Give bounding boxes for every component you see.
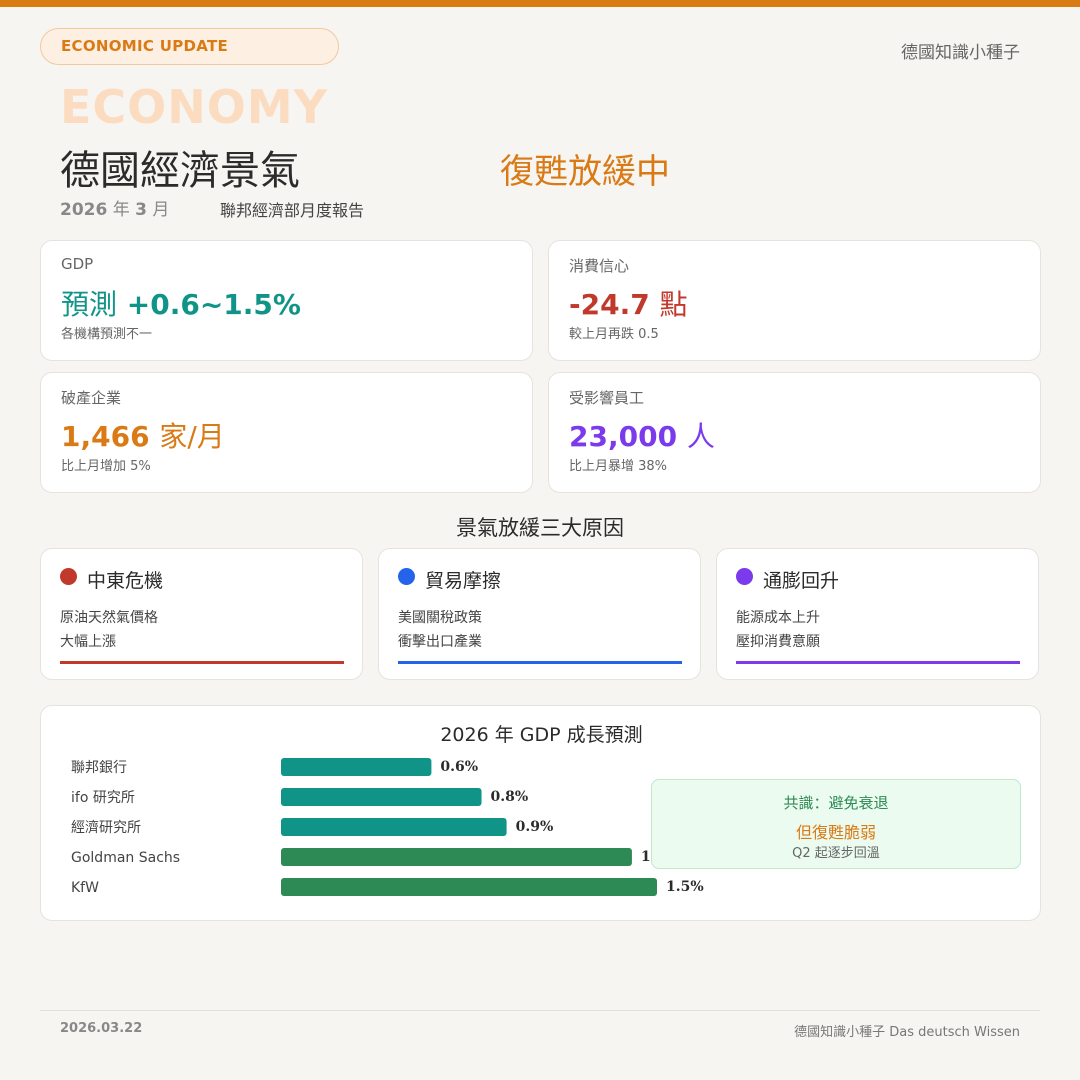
bankruptcy-unit: 家/月 [159,420,225,453]
employees-label: 受影響員工 [569,389,645,407]
bar-value-label: 0.9% [516,819,554,835]
gdp-prefix: 預測 [61,288,118,321]
consumer-confidence-card: 消費信心 -24.7 點 較上月再跌 0.5 [548,240,1041,361]
gdp-bar [281,788,482,806]
reason-underline [60,661,344,664]
reason-line-1: 美國關稅政策 [398,610,482,626]
reason-title: 通膨回升 [763,570,840,592]
page-title: 德國經濟景氣 [60,148,300,194]
bankruptcy-label: 破產企業 [61,389,122,407]
footer-date: 2026.03.22 [60,1021,143,1036]
gdp-card: GDP 預測 +0.6~1.5% 各機構預測不一 [40,240,533,361]
reason-card-middle-east: 中東危機 原油天然氣價格 大幅上漲 [40,548,363,680]
reason-underline [398,661,682,664]
employees-number: 23,000 [569,420,678,453]
reason-card-trade: 貿易摩擦 美國關稅政策 衝擊出口產業 [378,548,701,680]
bar-category-label: Goldman Sachs [71,850,180,866]
gdp-value: 預測 +0.6~1.5% [61,283,301,323]
consensus-line-2: 但復甦脆弱 [795,823,876,842]
footer-brand: 德國知識小種子 Das deutsch Wissen [794,1025,1020,1040]
employees-note: 比上月暴增 38% [569,459,668,474]
consensus-line-3: Q2 起逐步回溫 [792,846,880,861]
reason-line-1: 原油天然氣價格 [60,610,158,626]
reason-title: 貿易摩擦 [425,570,502,592]
bankruptcy-number: 1,466 [61,420,150,453]
bar-category-label: ifo 研究所 [71,790,135,806]
confidence-note: 較上月再跌 0.5 [569,327,659,342]
reason-title: 中東危機 [87,570,164,592]
brand-name: 德國知識小種子 [901,43,1020,63]
report-month-unit: 月 [152,200,170,220]
bar-value-label: 0.6% [440,759,478,775]
confidence-number: -24.7 [569,288,650,321]
category-tag-label: ECONOMIC UPDATE [61,37,229,55]
bar-value-label: 1.5% [666,879,704,895]
category-tag: ECONOMIC UPDATE [40,28,339,65]
bar-value-label: 0.8% [491,789,529,805]
status-headline: 復甦放緩中 [500,152,670,192]
blue-dot-icon [398,568,415,585]
consensus-line-1: 共識：避免衰退 [783,794,889,812]
chart-title: 2026 年 GDP 成長預測 [440,724,643,746]
employees-unit: 人 [686,420,715,453]
gdp-note: 各機構預測不一 [61,327,153,342]
consensus-box: 共識：避免衰退 但復甦脆弱 Q2 起逐步回溫 [651,779,1021,869]
footer-divider [40,1010,1040,1011]
reason-card-inflation: 通膨回升 能源成本上升 壓抑消費意願 [716,548,1039,680]
confidence-unit: 點 [659,288,688,321]
reason-line-1: 能源成本上升 [736,610,820,626]
red-dot-icon [60,568,77,585]
gdp-bar [281,818,507,836]
gdp-label: GDP [61,255,94,273]
bar-category-label: 聯邦銀行 [71,760,127,776]
background-word: ECONOMY [60,80,328,134]
bar-category-label: KfW [71,880,99,896]
gdp-bar [281,758,432,776]
report-year: 2026 [60,200,108,220]
gdp-bar [281,878,657,896]
reason-line-2: 衝擊出口產業 [398,634,482,650]
report-month: 3 [135,200,147,220]
report-date: 2026 年 3 月 [60,195,169,220]
gdp-forecast-chart: 聯邦銀行 0.6% ifo 研究所 0.8% 經濟研究所 0.9% Goldman Sach… [71,758,704,896]
purple-dot-icon [736,568,753,585]
bar-category-label: 經濟研究所 [71,820,141,836]
report-year-unit: 年 [112,200,130,220]
reason-line-2: 大幅上漲 [60,634,116,650]
confidence-value: -24.7 點 [569,283,687,323]
gdp-range: +0.6~1.5% [126,288,301,321]
bankruptcy-value: 1,466 家/月 [61,415,225,455]
employees-value: 23,000 人 [569,415,715,455]
reason-underline [736,661,1020,664]
gdp-forecast-panel: 2026 年 GDP 成長預測 聯邦銀行 0.6% ifo 研究所 0.8% 經濟研究所… [40,705,1041,921]
top-accent-bar [0,0,1080,7]
bankruptcy-card: 破產企業 1,466 家/月 比上月增加 5% [40,372,533,493]
report-source: 聯邦經濟部月度報告 [220,201,365,220]
bankruptcy-note: 比上月增加 5% [61,459,151,474]
reasons-heading: 景氣放緩三大原因 [456,516,624,540]
confidence-label: 消費信心 [569,257,630,275]
employees-card: 受影響員工 23,000 人 比上月暴增 38% [548,372,1041,493]
gdp-bar [281,848,632,866]
reason-line-2: 壓抑消費意願 [736,634,820,650]
